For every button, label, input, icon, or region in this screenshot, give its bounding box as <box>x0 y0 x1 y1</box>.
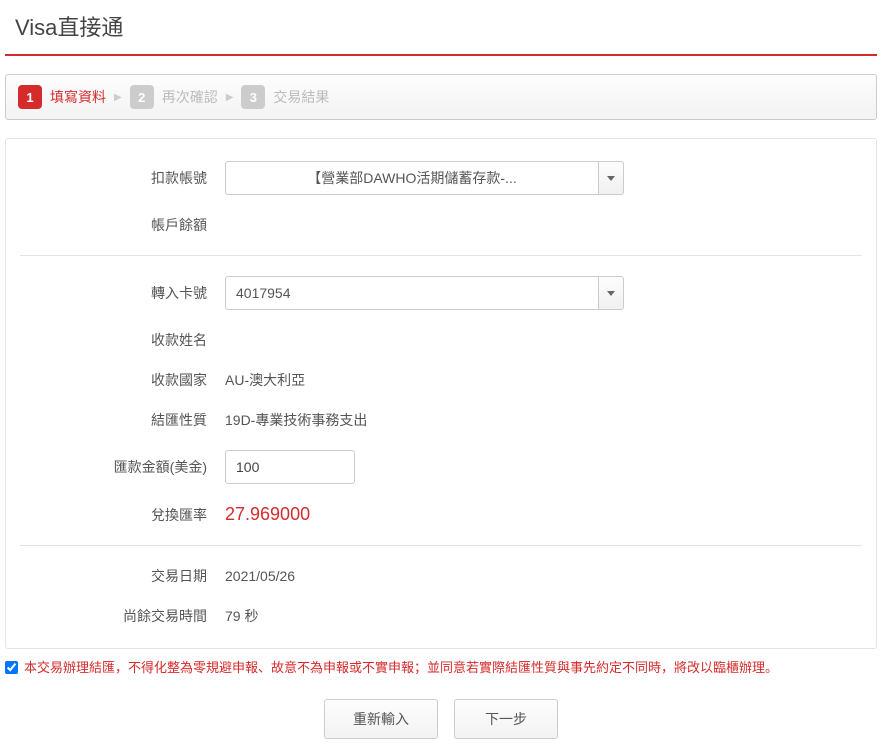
reset-button[interactable]: 重新輸入 <box>324 699 438 739</box>
step-number-badge: 1 <box>18 85 42 109</box>
debit-account-label: 扣款帳號 <box>20 168 225 188</box>
step-label: 填寫資料 <box>50 87 106 107</box>
form-panel: 扣款帳號 【營業部DAWHO活期儲蓄存款-... 帳戶餘額 轉入卡號 40179… <box>5 138 877 649</box>
debit-account-dropdown[interactable]: 【營業部DAWHO活期儲蓄存款-... <box>225 161 624 195</box>
caret-down-icon <box>607 291 615 296</box>
card-value: 4017954 <box>225 276 598 310</box>
payee-name-label: 收款姓名 <box>20 330 225 350</box>
nature-value: 19D-專業技術事務支出 <box>225 410 862 430</box>
next-button[interactable]: 下一步 <box>454 699 558 739</box>
step-label: 再次確認 <box>162 87 218 107</box>
dropdown-toggle[interactable] <box>598 276 624 310</box>
rate-label: 兌換匯率 <box>20 505 225 525</box>
caret-down-icon <box>607 176 615 181</box>
step-2: 2 再次確認 <box>130 85 218 109</box>
step-label: 交易結果 <box>273 87 329 107</box>
dropdown-toggle[interactable] <box>598 161 624 195</box>
balance-label: 帳戶餘額 <box>20 215 225 235</box>
card-label: 轉入卡號 <box>20 283 225 303</box>
page-title: Visa直接通 <box>5 10 877 56</box>
card-dropdown[interactable]: 4017954 <box>225 276 624 310</box>
amount-input[interactable] <box>225 450 355 484</box>
consent-checkbox[interactable] <box>5 661 18 674</box>
button-row: 重新輸入 下一步 <box>5 693 877 745</box>
consent-row[interactable]: 本交易辦理結匯，不得化整為零規避申報、故意不為申報或不實申報；並同意若實際結匯性… <box>5 659 877 677</box>
payee-country-label: 收款國家 <box>20 370 225 390</box>
nature-label: 結匯性質 <box>20 410 225 430</box>
consent-text: 本交易辦理結匯，不得化整為零規避申報、故意不為申報或不實申報；並同意若實際結匯性… <box>24 659 778 677</box>
step-1: 1 填寫資料 <box>18 85 106 109</box>
payee-country-value: AU-澳大利亞 <box>225 370 862 390</box>
divider <box>20 545 862 546</box>
step-number-badge: 3 <box>241 85 265 109</box>
amount-label: 匯款金額(美金) <box>20 457 225 477</box>
txn-date-value: 2021/05/26 <box>225 568 862 584</box>
divider <box>20 255 862 256</box>
txn-date-label: 交易日期 <box>20 566 225 586</box>
progress-steps: 1 填寫資料 ▶ 2 再次確認 ▶ 3 交易結果 <box>5 74 877 120</box>
chevron-right-icon: ▶ <box>114 92 122 103</box>
step-3: 3 交易結果 <box>241 85 329 109</box>
chevron-right-icon: ▶ <box>226 92 234 103</box>
debit-account-value: 【營業部DAWHO活期儲蓄存款-... <box>225 161 598 195</box>
step-number-badge: 2 <box>130 85 154 109</box>
remaining-label: 尚餘交易時間 <box>20 606 225 626</box>
remaining-value: 79 秒 <box>225 606 862 626</box>
rate-value: 27.969000 <box>225 504 862 525</box>
